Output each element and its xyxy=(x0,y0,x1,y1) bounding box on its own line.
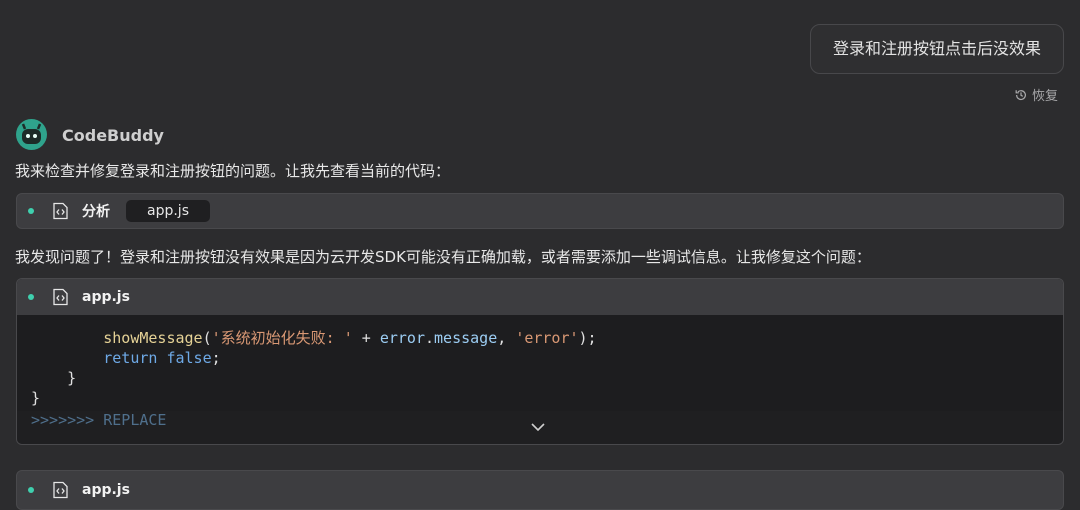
code-line: } xyxy=(31,389,41,407)
analysis-label: 分析 xyxy=(82,204,110,220)
code-block-2-header[interactable]: app.js xyxy=(16,470,1064,510)
restore-button[interactable]: 恢复 xyxy=(1014,85,1058,104)
status-dot xyxy=(28,208,34,214)
history-icon xyxy=(1015,89,1026,100)
code-line: showMessage('系统初始化失败: ' + error.message,… xyxy=(103,329,597,347)
status-dot xyxy=(28,487,34,493)
robot-avatar-icon xyxy=(16,119,47,150)
code-line: >>>>>>> REPLACE xyxy=(31,411,167,429)
code-line: return false; xyxy=(103,349,221,367)
assistant-name: CodeBuddy xyxy=(62,126,164,145)
assistant-message-1: 我来检查并修复登录和注册按钮的问题。让我先查看当前的代码： xyxy=(15,162,451,180)
code-filename: app.js xyxy=(82,289,130,305)
code-block-header[interactable]: app.js xyxy=(17,279,1063,315)
code-line: } xyxy=(67,369,77,387)
code-file-icon xyxy=(53,202,68,220)
chevron-down-icon[interactable] xyxy=(530,421,546,433)
file-chip[interactable]: app.js xyxy=(126,200,210,222)
analysis-tool-bar[interactable]: 分析 app.js xyxy=(16,193,1064,229)
code-file-icon xyxy=(53,288,68,306)
assistant-message-2: 我发现问题了！登录和注册按钮没有效果是因为云开发SDK可能没有正确加载，或者需要… xyxy=(15,248,871,266)
status-dot xyxy=(28,294,34,300)
code-filename: app.js xyxy=(82,482,130,498)
restore-label: 恢复 xyxy=(1032,89,1059,104)
code-file-icon xyxy=(53,481,68,499)
user-message-bubble: 登录和注册按钮点击后没效果 xyxy=(810,24,1064,74)
code-block: app.js showMessage('系统初始化失败: ' + error.m… xyxy=(16,278,1064,445)
code-content: showMessage('系统初始化失败: ' + error.message,… xyxy=(17,315,1063,444)
